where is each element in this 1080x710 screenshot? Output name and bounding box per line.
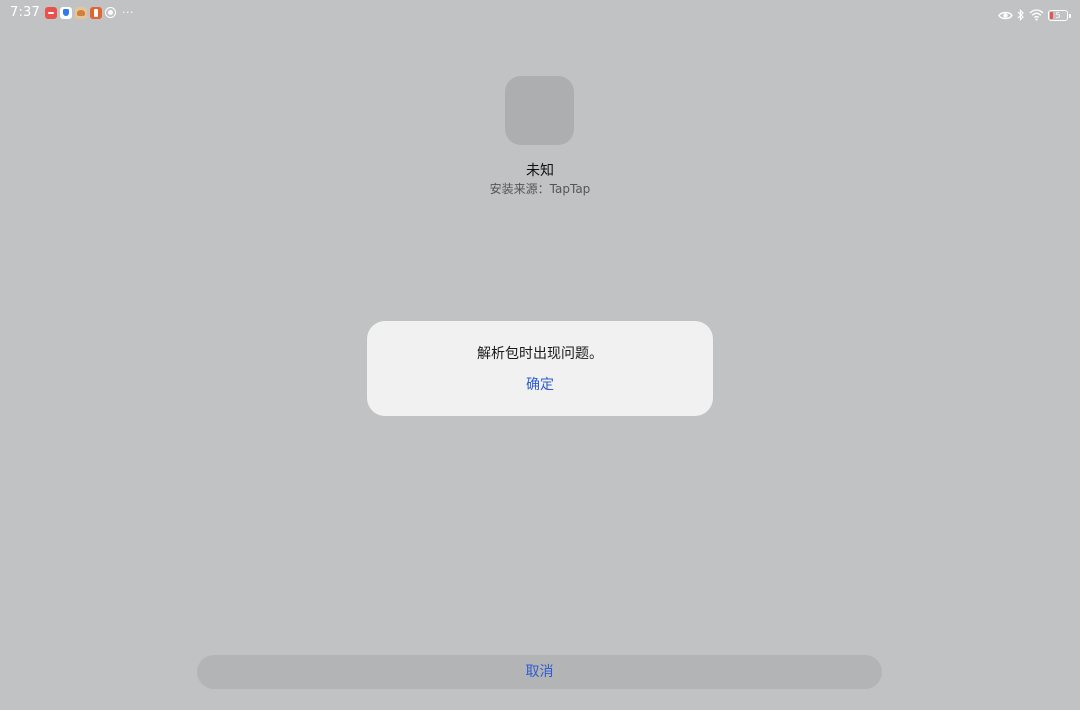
status-time: 7:37 xyxy=(10,5,40,20)
battery-level: 5 xyxy=(1055,11,1061,20)
status-bar-right: 5 xyxy=(998,6,1071,25)
more-notifications-icon: ··· xyxy=(122,5,134,19)
fox-app-icon xyxy=(75,6,87,19)
circle-app-icon xyxy=(105,7,116,18)
cancel-button[interactable]: 取消 xyxy=(197,655,882,689)
install-source: 安装来源：TapTap xyxy=(489,182,591,196)
status-bar: 7:37 ··· 5 xyxy=(0,0,1080,28)
app-name: 未知 xyxy=(526,163,554,179)
app-icon xyxy=(505,76,574,145)
dialog-message: 解析包时出现问题。 xyxy=(477,346,603,362)
battery-icon: 5 xyxy=(1048,10,1071,21)
orange-app-icon xyxy=(90,6,102,19)
security-shield-icon xyxy=(60,6,72,19)
status-bar-left: 7:37 ··· xyxy=(10,5,134,20)
eye-icon xyxy=(998,6,1013,25)
bluetooth-icon xyxy=(1017,6,1025,25)
wifi-icon xyxy=(1029,6,1044,25)
parse-error-dialog: 解析包时出现问题。 确定 xyxy=(367,321,713,416)
confirm-button[interactable]: 确定 xyxy=(490,373,590,397)
red-app-icon xyxy=(45,6,57,19)
